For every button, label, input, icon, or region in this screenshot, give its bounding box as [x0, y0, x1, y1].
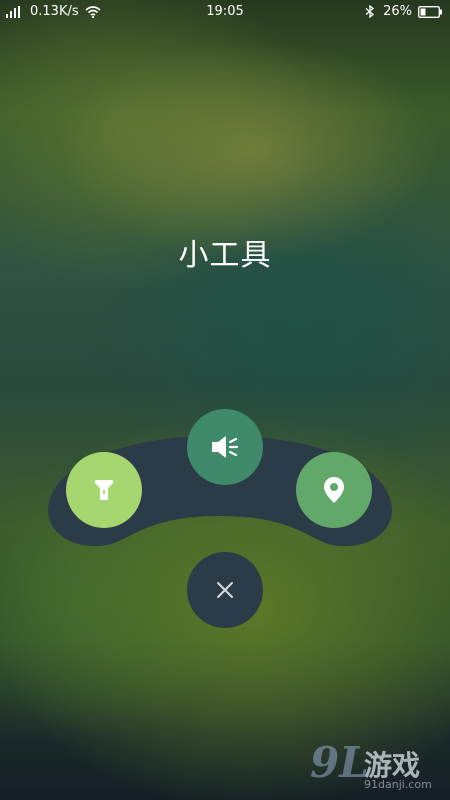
location-pin-icon [324, 477, 344, 503]
close-icon [217, 582, 233, 598]
watermark-logo: 9L [310, 738, 369, 787]
page-title: 小工具 [178, 238, 272, 273]
status-bar: 0.13K/s 19:05 26% [0, 0, 450, 24]
status-right: 26% [365, 4, 442, 19]
flashlight-icon [95, 480, 113, 500]
watermark-url: 91danji.com [364, 778, 432, 791]
flashlight-button[interactable] [66, 452, 142, 528]
location-button[interactable] [296, 452, 372, 528]
speaker-icon [212, 436, 239, 458]
sound-button[interactable] [187, 409, 263, 485]
battery-percent: 26% [383, 4, 412, 19]
battery-icon [418, 5, 442, 18]
tools-screen: 0.13K/s 19:05 26% 小工具 9L 游戏 91danji.com [0, 0, 450, 800]
watermark: 9L 游戏 91danji.com [304, 738, 444, 796]
bluetooth-icon [365, 5, 375, 18]
close-button[interactable] [187, 552, 263, 628]
